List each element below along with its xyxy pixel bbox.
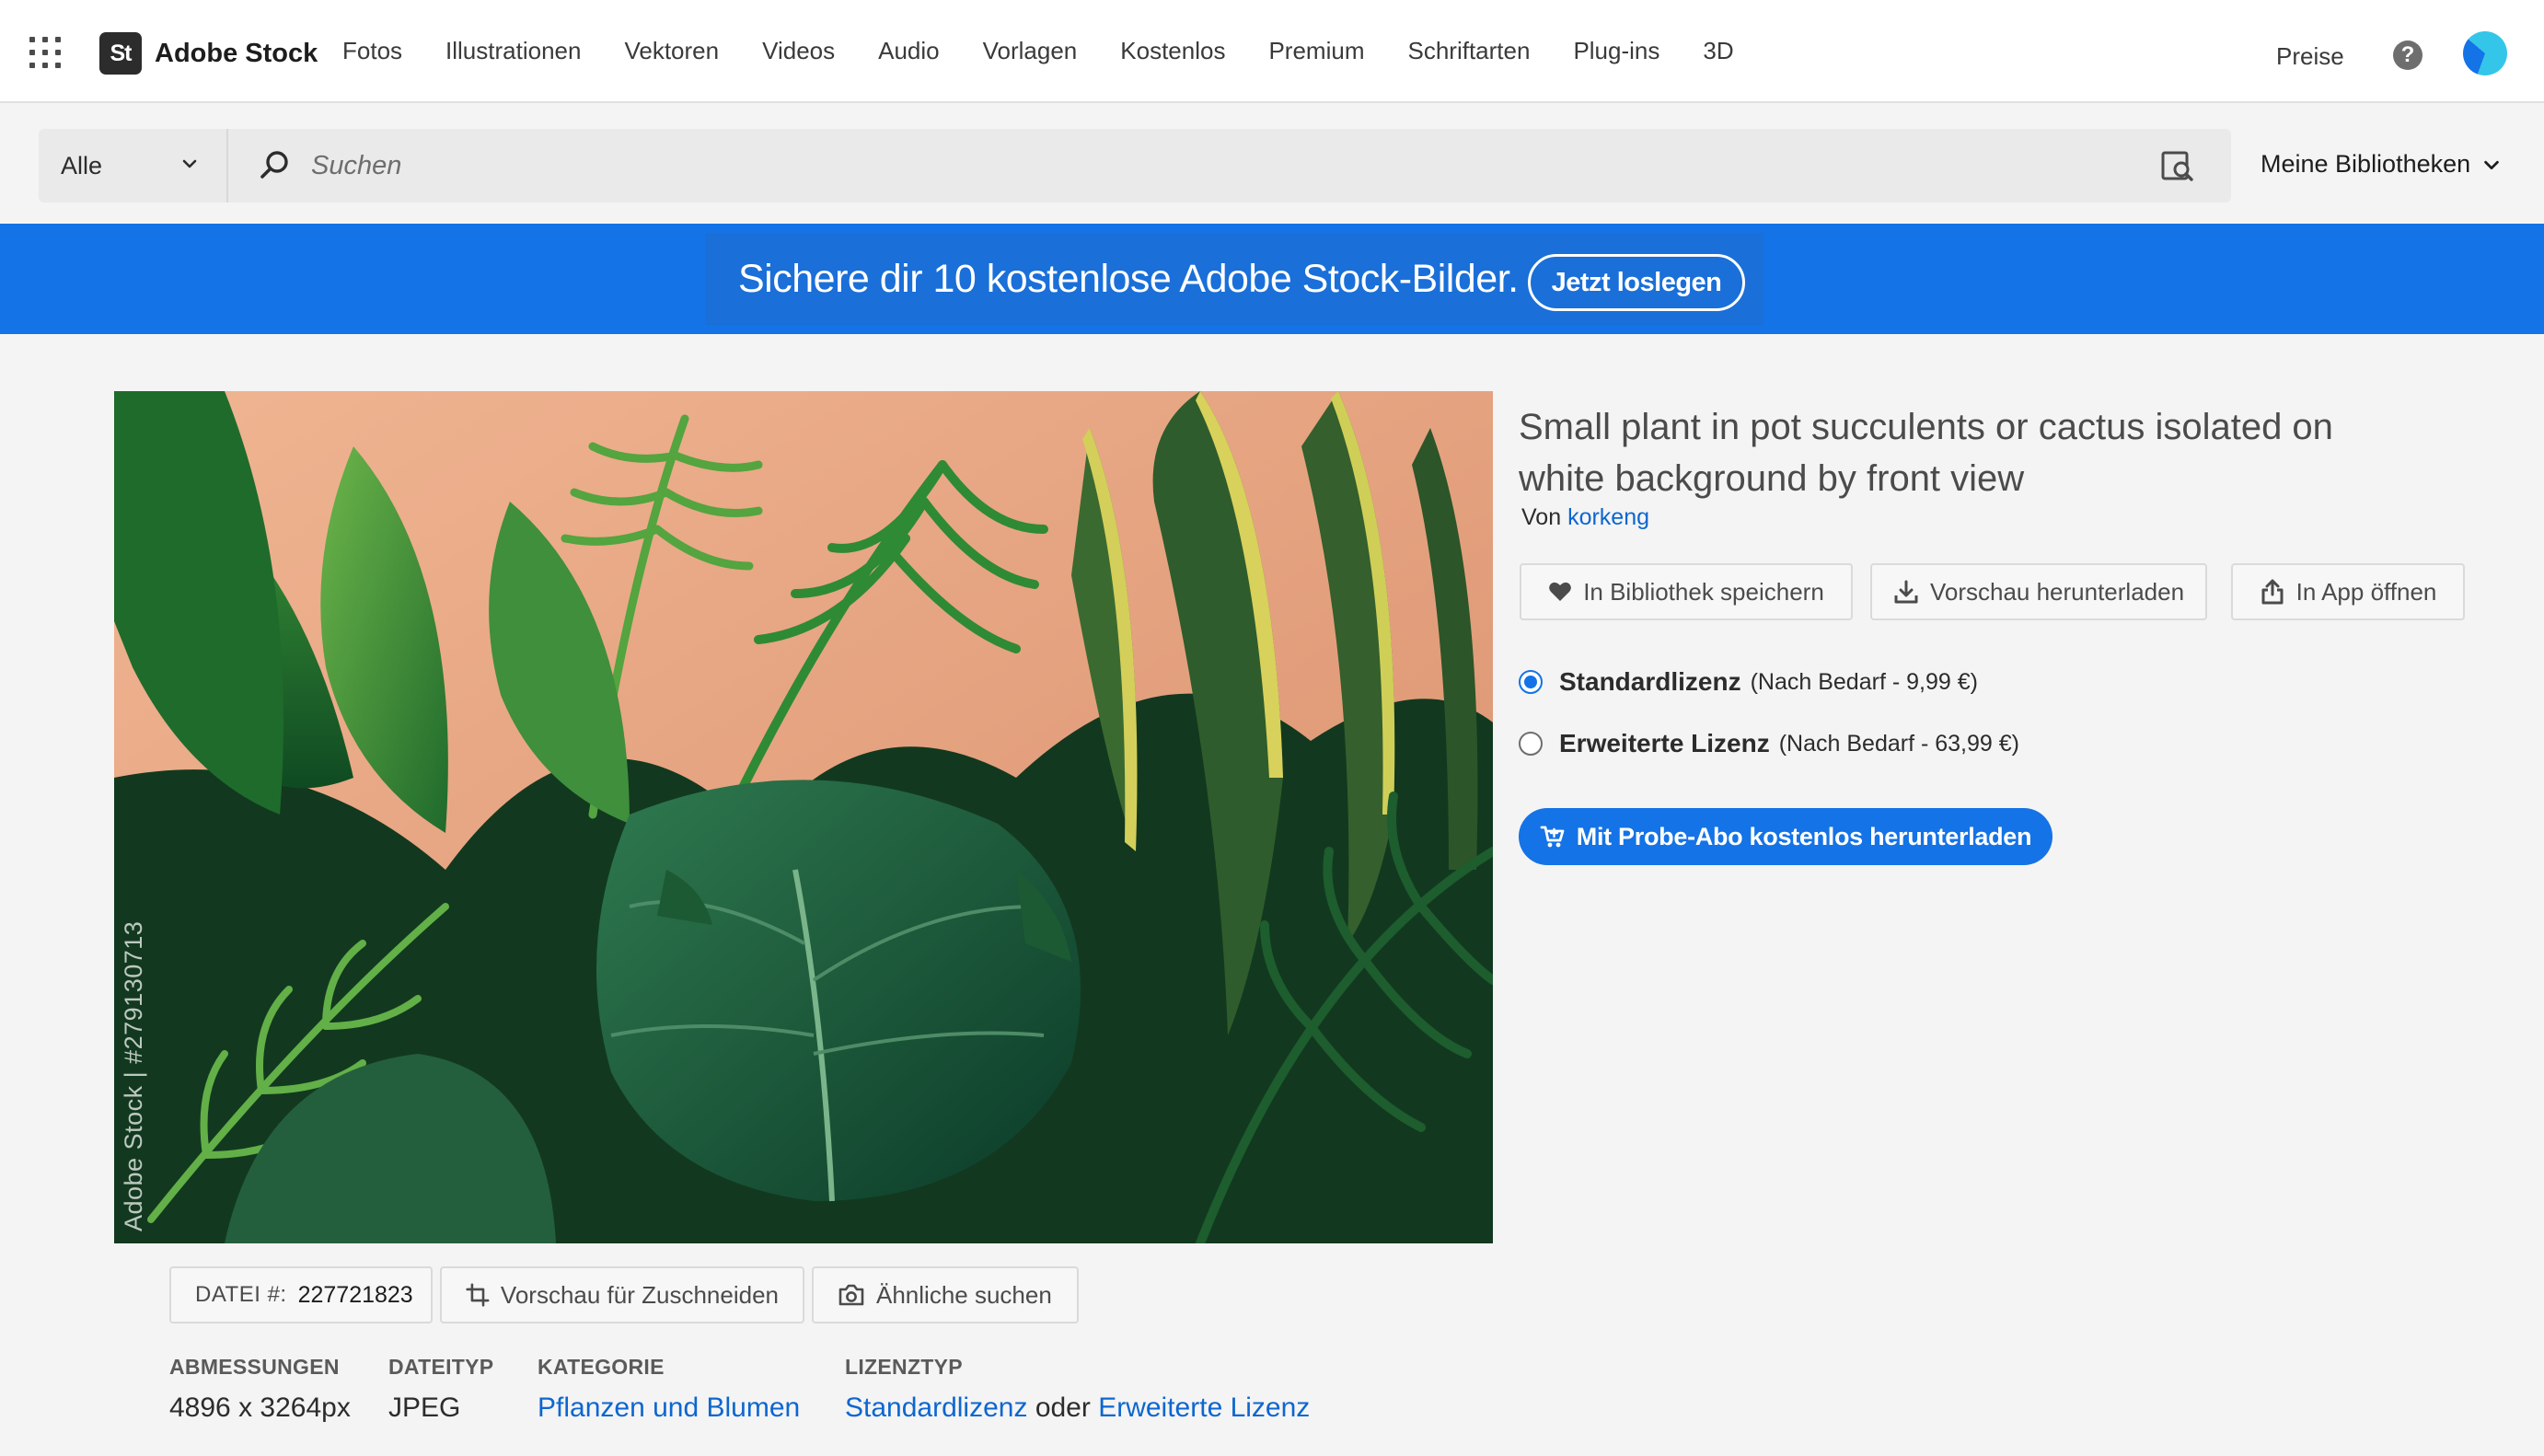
nav-link-audio[interactable]: Audio bbox=[878, 37, 940, 65]
adobe-stock-logo: St bbox=[99, 32, 142, 75]
file-number-value: 227721823 bbox=[297, 1281, 413, 1308]
file-number-label: DATEI #: bbox=[195, 1282, 287, 1307]
nav-link-fotos[interactable]: Fotos bbox=[342, 37, 402, 65]
file-number: DATEI #: 227721823 bbox=[169, 1266, 433, 1323]
filetype-label: DATEITYP bbox=[388, 1355, 494, 1379]
watermark: Adobe Stock | #279130713 bbox=[120, 920, 147, 1231]
extended-license-name: Erweiterte Lizenz bbox=[1559, 729, 1770, 757]
license-type-field: LIZENZTYP Standardlizenz oder Erweiterte… bbox=[845, 1355, 1310, 1424]
asset-title: Small plant in pot succulents or cactus … bbox=[1519, 407, 2333, 499]
save-to-library-button[interactable]: In Bibliothek speichern bbox=[1520, 563, 1853, 620]
brand-home-link[interactable]: St Adobe Stock bbox=[99, 32, 318, 75]
nav-link-schriftarten[interactable]: Schriftarten bbox=[1407, 37, 1530, 65]
top-navigation: St Adobe Stock Fotos Illustrationen Vekt… bbox=[0, 0, 2544, 103]
filetype-field: DATEITYP JPEG bbox=[388, 1355, 493, 1424]
search-input[interactable] bbox=[311, 144, 2060, 188]
camera-icon bbox=[838, 1284, 864, 1306]
dimensions-label: ABMESSUNGEN bbox=[169, 1355, 340, 1379]
extended-license-radio[interactable] bbox=[1519, 732, 1543, 756]
trial-download-label: Mit Probe-Abo kostenlos herunterladen bbox=[1576, 822, 2032, 850]
get-started-button[interactable]: Jetzt loslegen bbox=[1528, 254, 1745, 311]
user-avatar[interactable] bbox=[2463, 31, 2507, 75]
save-to-library-label: In Bibliothek speichern bbox=[1583, 577, 1824, 606]
category-nav: Fotos Illustrationen Vektoren Videos Aud… bbox=[342, 37, 1777, 65]
author-byline: Von korkeng bbox=[1521, 504, 1649, 531]
standard-license-radio[interactable] bbox=[1519, 670, 1543, 694]
help-icon[interactable]: ? bbox=[2393, 40, 2423, 70]
extended-license-price: (Nach Bedarf - 63,99 €) bbox=[1778, 730, 2019, 757]
nav-link-videos[interactable]: Videos bbox=[762, 37, 835, 65]
filetype-value: JPEG bbox=[388, 1392, 461, 1423]
nav-link-vektoren[interactable]: Vektoren bbox=[624, 37, 719, 65]
extended-license-link[interactable]: Erweiterte Lizenz bbox=[1098, 1392, 1310, 1423]
promo-content: Sichere dir 10 kostenlose Adobe Stock-Bi… bbox=[705, 233, 1763, 325]
category-field: KATEGORIE Pflanzen und Blumen bbox=[538, 1355, 800, 1424]
nav-link-illustrationen[interactable]: Illustrationen bbox=[445, 37, 581, 65]
author-link[interactable]: korkeng bbox=[1567, 504, 1649, 530]
tropical-leaves-photo bbox=[114, 391, 1493, 1243]
standard-license-name: Standardlizenz bbox=[1559, 667, 1741, 696]
search-icon bbox=[260, 151, 288, 179]
promo-text: Sichere dir 10 kostenlose Adobe Stock-Bi… bbox=[738, 256, 1519, 301]
download-preview-button[interactable]: Vorschau herunterladen bbox=[1870, 563, 2207, 620]
category-value: Pflanzen und Blumen bbox=[538, 1392, 800, 1424]
license-option-extended[interactable]: Erweiterte Lizenz (Nach Bedarf - 63,99 €… bbox=[1519, 729, 2019, 758]
category-link[interactable]: Pflanzen und Blumen bbox=[538, 1392, 800, 1423]
crop-preview-button[interactable]: Vorschau für Zuschneiden bbox=[440, 1266, 804, 1323]
chevron-down-icon bbox=[2484, 160, 2499, 169]
nav-link-plug-ins[interactable]: Plug-ins bbox=[1573, 37, 1659, 65]
dimensions-value: 4896 x 3264px bbox=[169, 1392, 351, 1423]
heart-icon bbox=[1549, 582, 1572, 601]
brand-name: Adobe Stock bbox=[155, 38, 318, 68]
visual-search-icon[interactable] bbox=[2159, 147, 2196, 184]
download-icon bbox=[1894, 580, 1918, 604]
nav-link-kostenlos[interactable]: Kostenlos bbox=[1120, 37, 1225, 65]
promo-banner: Sichere dir 10 kostenlose Adobe Stock-Bi… bbox=[0, 224, 2544, 334]
search-bar: Alle bbox=[39, 129, 2231, 202]
chevron-down-icon bbox=[182, 159, 197, 168]
my-libraries-dropdown[interactable]: Meine Bibliotheken bbox=[2261, 150, 2502, 179]
share-icon bbox=[2261, 579, 2284, 605]
crop-icon bbox=[466, 1283, 490, 1307]
license-or-text: oder bbox=[1035, 1392, 1091, 1423]
app-switcher-icon[interactable] bbox=[29, 37, 61, 68]
nav-link-premium[interactable]: Premium bbox=[1268, 37, 1364, 65]
open-in-app-button[interactable]: In App öffnen bbox=[2231, 563, 2465, 620]
find-similar-button[interactable]: Ähnliche suchen bbox=[812, 1266, 1079, 1323]
search-scope-value: Alle bbox=[61, 151, 103, 179]
search-scope-dropdown[interactable]: Alle bbox=[39, 129, 228, 202]
find-similar-label: Ähnliche suchen bbox=[876, 1280, 1052, 1309]
search-field bbox=[228, 129, 2231, 202]
asset-preview-image[interactable] bbox=[114, 391, 1493, 1243]
trial-download-button[interactable]: Mit Probe-Abo kostenlos herunterladen bbox=[1519, 808, 2053, 865]
cart-icon bbox=[1540, 826, 1565, 848]
nav-link-3d[interactable]: 3D bbox=[1703, 37, 1733, 65]
dimensions-field: ABMESSUNGEN 4896 x 3264px bbox=[169, 1355, 351, 1424]
crop-preview-label: Vorschau für Zuschneiden bbox=[500, 1280, 779, 1309]
byline-prefix: Von bbox=[1521, 504, 1562, 530]
license-type-label: LIZENZTYP bbox=[845, 1355, 963, 1379]
standard-license-link[interactable]: Standardlizenz bbox=[845, 1392, 1027, 1423]
license-type-value: Standardlizenz oder Erweiterte Lizenz bbox=[845, 1392, 1310, 1424]
license-option-standard[interactable]: Standardlizenz (Nach Bedarf - 9,99 €) bbox=[1519, 667, 1978, 697]
category-label: KATEGORIE bbox=[538, 1355, 665, 1379]
pricing-link[interactable]: Preise bbox=[2276, 42, 2344, 71]
my-libraries-label: Meine Bibliotheken bbox=[2261, 150, 2471, 178]
nav-link-vorlagen[interactable]: Vorlagen bbox=[983, 37, 1078, 65]
download-preview-label: Vorschau herunterladen bbox=[1929, 577, 2185, 606]
open-in-app-label: In App öffnen bbox=[2295, 577, 2437, 606]
standard-license-price: (Nach Bedarf - 9,99 €) bbox=[1750, 668, 1978, 695]
